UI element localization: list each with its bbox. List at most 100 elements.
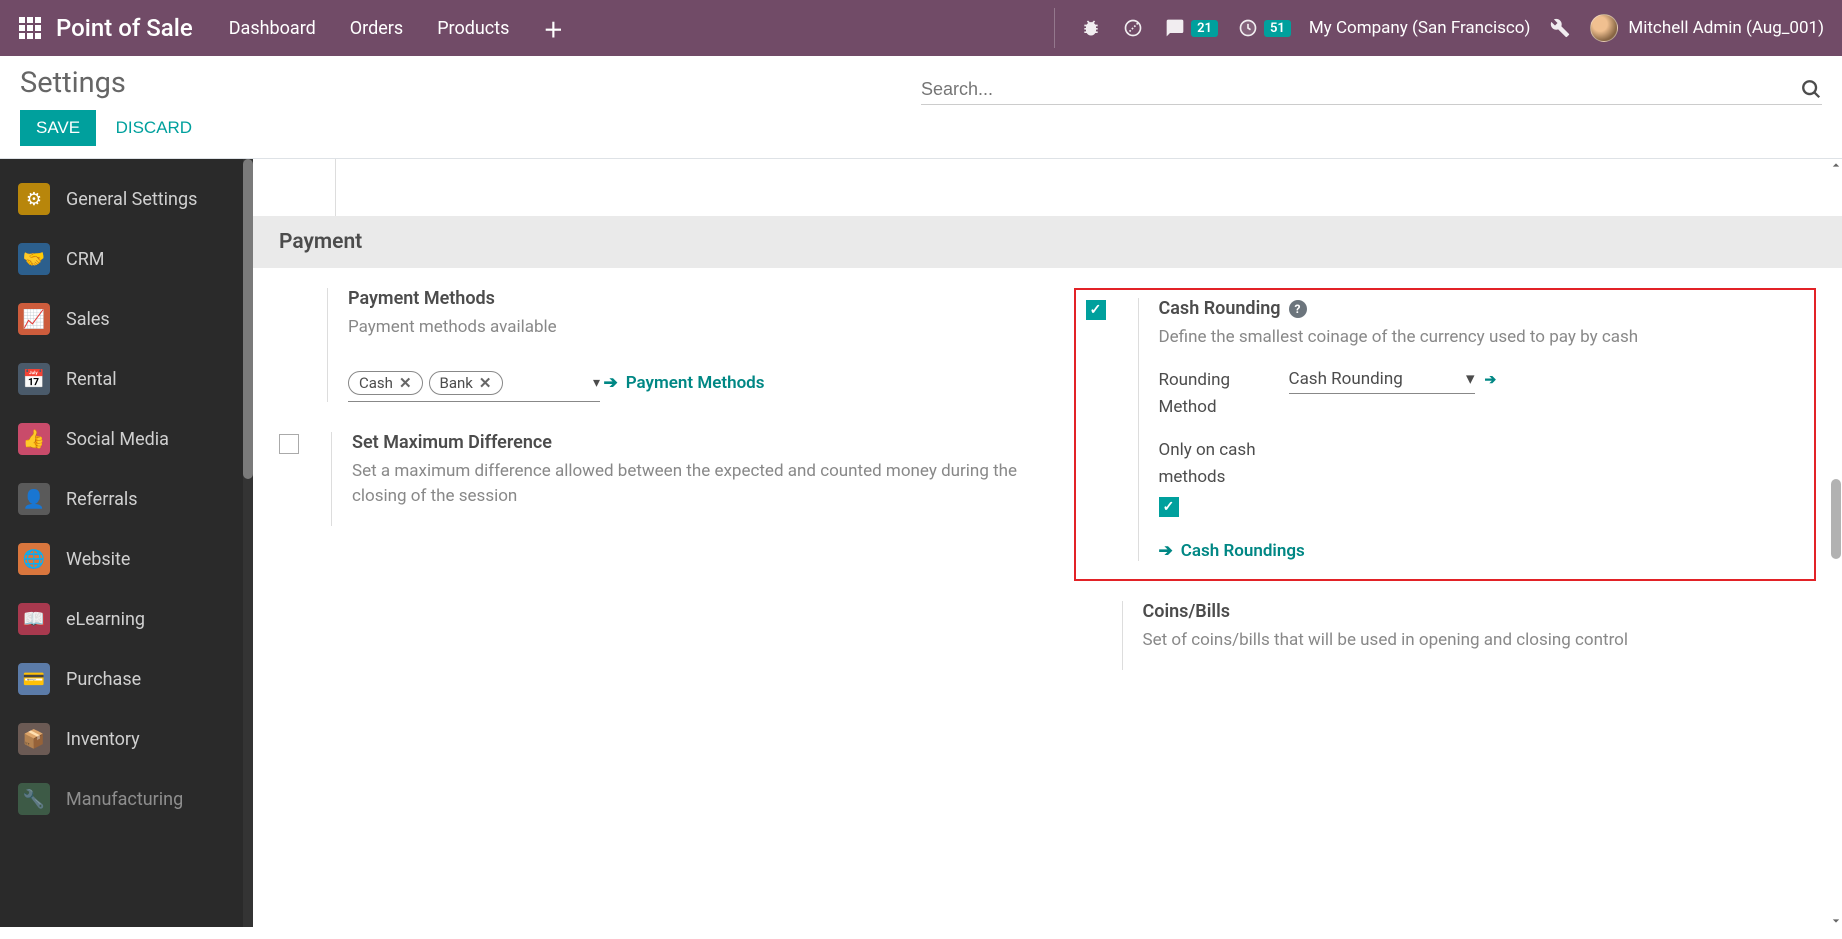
sidebar-item-crm[interactable]: 🤝CRM (0, 229, 253, 289)
chat-icon (1163, 16, 1187, 40)
menu-orders[interactable]: Orders (350, 18, 403, 39)
body: ⚙General Settings 🤝CRM 📈 Sales 📅Rental 👍 S… (0, 159, 1842, 927)
globe-icon: 🌐 (18, 543, 50, 575)
setting-desc: Set a maximum difference allowed between… (352, 459, 1022, 510)
save-button[interactable]: SAVE (20, 110, 96, 146)
checkbox-only-cash[interactable] (1159, 497, 1179, 517)
thumbs-up-icon: 👍 (18, 423, 50, 455)
sidebar-item-label: Manufacturing (66, 789, 183, 810)
arrow-right-icon: ➔ (603, 373, 617, 393)
setting-desc: Define the smallest coinage of the curre… (1159, 325, 1805, 351)
arrow-right-icon: ➔ (1159, 541, 1173, 561)
activities-button[interactable]: 51 (1236, 16, 1291, 40)
sidebar-item-manufacturing[interactable]: 🔧 Manufacturing (0, 769, 253, 829)
tag-bank[interactable]: Bank ✕ (429, 371, 503, 395)
link-payment-methods[interactable]: ➔ Payment Methods (603, 373, 764, 393)
search-bar[interactable] (921, 74, 1822, 105)
sidebar-item-purchase[interactable]: 💳 Purchase (0, 649, 253, 709)
menu-dashboard[interactable]: Dashboard (229, 18, 316, 39)
sidebar-item-label: Referrals (66, 489, 138, 510)
setting-cash-rounding: Cash Rounding ? Define the smallest coin… (1074, 288, 1817, 581)
messages-button[interactable]: 21 (1163, 16, 1218, 40)
search-icon[interactable] (1800, 78, 1822, 100)
sidebar-item-sales[interactable]: 📈 Sales (0, 289, 253, 349)
link-label: Payment Methods (626, 373, 765, 393)
nav-divider (1054, 8, 1055, 48)
avatar (1590, 14, 1618, 42)
discard-button[interactable]: DISCARD (100, 110, 209, 146)
settings-grid: Payment Methods Payment methods availabl… (253, 268, 1842, 700)
wrench-icon: 🔧 (18, 783, 50, 815)
sidebar-item-label: Social Media (66, 429, 169, 450)
setting-title: Coins/Bills (1143, 601, 1817, 622)
sidebar-item-label: eLearning (66, 609, 145, 630)
setting-body: Coins/Bills Set of coins/bills that will… (1122, 601, 1817, 670)
checkbox-cash-rounding[interactable] (1086, 300, 1106, 320)
page-title: Settings (20, 66, 921, 100)
setting-body: Payment Methods Payment methods availabl… (327, 288, 1022, 402)
support-icon[interactable] (1121, 16, 1145, 40)
remove-icon[interactable]: ✕ (479, 374, 492, 392)
sidebar-item-referrals[interactable]: 👤 Referrals (0, 469, 253, 529)
setting-body: Set Maximum Difference Set a maximum dif… (331, 432, 1022, 526)
label-only-cash: Only on cash methods (1159, 437, 1259, 491)
checkbox-max-diff[interactable] (279, 434, 299, 454)
settings-main: Payment Payment Methods Payment methods … (253, 159, 1842, 927)
sidebar-item-inventory[interactable]: 📦Inventory (0, 709, 253, 769)
menu-add-icon[interactable]: ＋ (543, 14, 563, 43)
control-panel: Settings SAVE DISCARD (0, 56, 1842, 159)
sidebar-item-social[interactable]: 👍 Social Media (0, 409, 253, 469)
scroll-down-icon[interactable] (1832, 917, 1840, 925)
bug-icon[interactable] (1079, 16, 1103, 40)
sidebar-item-label: Sales (66, 309, 110, 330)
sidebar-scroll-thumb[interactable] (243, 159, 253, 479)
sidebar-item-label: Purchase (66, 669, 141, 690)
sidebar-item-website[interactable]: 🌐Website (0, 529, 253, 589)
apps-icon[interactable] (18, 16, 42, 40)
tag-label: Cash (359, 374, 393, 392)
setting-desc: Set of coins/bills that will be used in … (1143, 628, 1817, 654)
sidebar-item-label: Rental (66, 369, 117, 390)
setting-coins-bills: Coins/Bills Set of coins/bills that will… (1122, 601, 1817, 670)
setting-title: Payment Methods (348, 288, 1022, 309)
settings-sidebar: ⚙General Settings 🤝CRM 📈 Sales 📅Rental 👍 S… (0, 159, 253, 927)
tag-label: Bank (440, 374, 473, 392)
user-name: Mitchell Admin (Aug_001) (1628, 18, 1824, 38)
remove-icon[interactable]: ✕ (399, 374, 412, 392)
payment-methods-field[interactable]: Cash ✕ Bank ✕ ▾ (348, 367, 600, 402)
setting-body: Cash Rounding ? Define the smallest coin… (1138, 298, 1805, 561)
menu-products[interactable]: Products (437, 18, 509, 39)
sidebar-scrollbar[interactable] (243, 159, 253, 927)
label-rounding-method: Rounding Method (1159, 367, 1269, 421)
setting-payment-methods: Payment Methods Payment methods availabl… (327, 288, 1022, 402)
sidebar-item-elearning[interactable]: 📖eLearning (0, 589, 253, 649)
setting-title: Set Maximum Difference (352, 432, 1022, 453)
sidebar-item-label: CRM (66, 249, 105, 270)
link-cash-roundings[interactable]: ➔ Cash Roundings (1159, 541, 1305, 561)
help-icon[interactable]: ? (1289, 300, 1307, 318)
card-icon: 💳 (18, 663, 50, 695)
select-value: Cash Rounding (1289, 369, 1403, 389)
settings-col-right: Cash Rounding ? Define the smallest coin… (1048, 288, 1842, 700)
activities-badge: 51 (1264, 20, 1291, 37)
row-rounding-method: Rounding Method Cash Rounding ▾ ➔ (1159, 367, 1805, 421)
main-scrollbar[interactable] (1830, 159, 1842, 927)
top-nav: Point of Sale Dashboard Orders Products … (0, 0, 1842, 56)
tools-icon[interactable] (1548, 16, 1572, 40)
rounding-method-select[interactable]: Cash Rounding ▾ (1289, 367, 1475, 394)
app-brand[interactable]: Point of Sale (56, 14, 193, 42)
dropdown-caret-icon[interactable]: ▾ (1466, 369, 1475, 389)
sidebar-item-label: Inventory (66, 729, 140, 750)
dropdown-caret-icon[interactable]: ▾ (593, 375, 600, 391)
sidebar-item-rental[interactable]: 📅Rental (0, 349, 253, 409)
main-scroll-thumb[interactable] (1831, 479, 1841, 559)
user-menu[interactable]: Mitchell Admin (Aug_001) (1590, 14, 1824, 42)
external-link-icon[interactable]: ➔ (1485, 372, 1497, 388)
tag-cash[interactable]: Cash ✕ (348, 371, 423, 395)
chart-icon: 📈 (18, 303, 50, 335)
sidebar-item-general[interactable]: ⚙General Settings (0, 169, 253, 229)
search-input[interactable] (921, 79, 1800, 100)
scroll-up-icon[interactable] (1832, 161, 1840, 169)
company-switcher[interactable]: My Company (San Francisco) (1309, 18, 1531, 38)
person-icon: 👤 (18, 483, 50, 515)
